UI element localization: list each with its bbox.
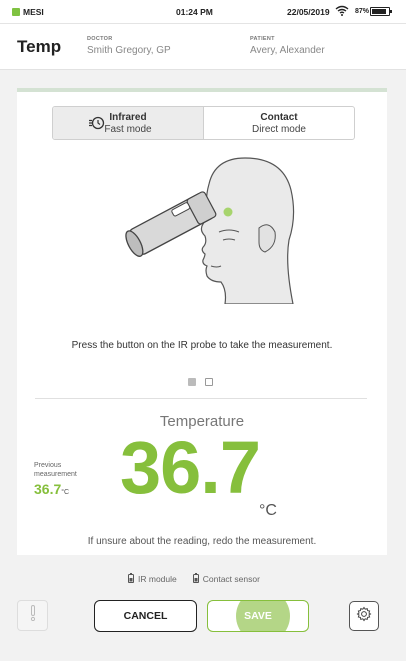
date: 22/05/2019 (287, 7, 330, 17)
divider (35, 398, 367, 399)
alert-button[interactable] (17, 600, 48, 631)
temperature-value: 36.7 (120, 426, 261, 509)
sensor-label: IR module (138, 574, 177, 584)
battery-percent: 87% (355, 8, 370, 15)
mode-option-contact[interactable]: Contact Direct mode (204, 107, 354, 139)
previous-unit: °C (61, 489, 70, 496)
doctor-info: DOCTOR Smith Gregory, GP (87, 36, 171, 56)
page-dot[interactable] (188, 378, 196, 386)
doctor-name: Smith Gregory, GP (87, 45, 171, 56)
sensor-status: IR module Contact sensor (128, 573, 260, 585)
brand-logo-icon (12, 8, 20, 16)
temperature-unit: °C (259, 502, 277, 519)
mode-subtitle: Direct mode (252, 124, 306, 135)
instruction-text: Press the button on the IR probe to take… (71, 340, 333, 351)
exclamation-icon (30, 605, 36, 626)
settings-button[interactable] (349, 601, 379, 631)
clock: 01:24 PM (176, 7, 213, 17)
mode-title: Infrared (109, 112, 147, 123)
redo-hint: If unsure about the reading, redo the me… (87, 536, 317, 547)
gear-icon (356, 606, 372, 627)
battery-icon (128, 573, 134, 585)
mode-toggle[interactable]: Infrared Fast mode Contact Direct mode (52, 106, 355, 140)
sensor-label: Contact sensor (202, 574, 260, 584)
measurement-card: Infrared Fast mode Contact Direct mode P… (17, 88, 387, 555)
patient-info[interactable]: PATIENT Avery, Alexander (250, 36, 325, 56)
previous-measurement: Previous measurement 36.7°C (34, 461, 94, 497)
battery-icon (192, 573, 199, 585)
patient-name: Avery, Alexander (250, 45, 325, 56)
app-header: Temp DOCTOR Smith Gregory, GP PATIENT Av… (0, 24, 406, 70)
doctor-label: DOCTOR (87, 36, 113, 42)
battery-icon (370, 7, 392, 16)
mode-option-infrared[interactable]: Infrared Fast mode (53, 107, 204, 139)
previous-label: Previous measurement (34, 462, 77, 478)
history-icon (89, 116, 105, 134)
save-label: SAVE (244, 610, 272, 622)
page-title: Temp (17, 37, 62, 56)
wifi-icon (335, 5, 349, 18)
patient-label: PATIENT (250, 36, 275, 42)
sensor-ir-module: IR module (128, 573, 177, 585)
save-button[interactable]: SAVE (207, 600, 309, 632)
page-dot[interactable] (205, 378, 213, 386)
head-with-ir-probe-icon (107, 154, 307, 309)
brand-name: MESI (23, 7, 44, 17)
status-bar: MESI 01:24 PM 22/05/2019 87% (0, 0, 406, 24)
cancel-button[interactable]: CANCEL (94, 600, 197, 632)
mode-subtitle: Fast mode (104, 124, 152, 135)
previous-value: 36.7°C (34, 481, 70, 497)
brand: MESI (12, 7, 44, 17)
mode-title: Contact (260, 112, 298, 123)
sensor-contact: Contact sensor (192, 573, 260, 585)
page-indicator[interactable] (188, 378, 213, 386)
